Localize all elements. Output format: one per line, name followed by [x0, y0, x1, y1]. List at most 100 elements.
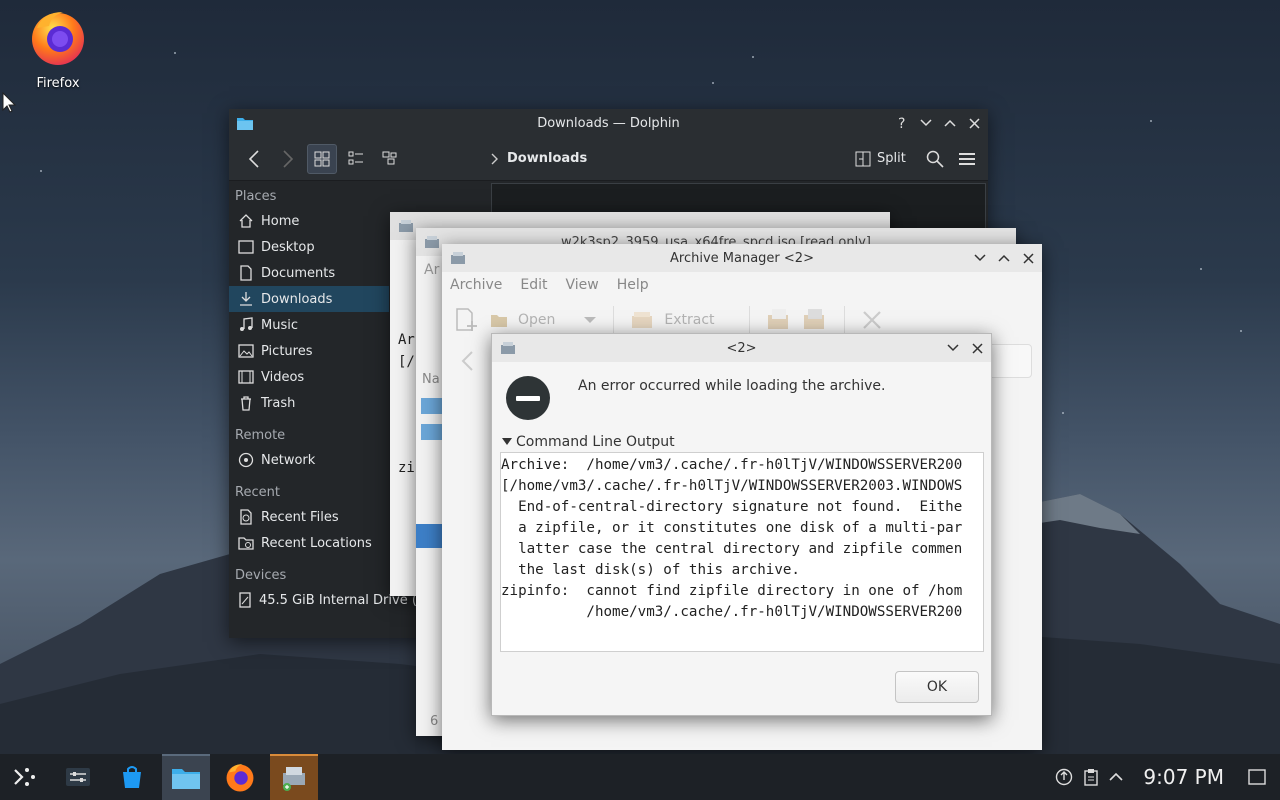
close-button[interactable] [964, 113, 984, 133]
show-desktop-icon[interactable] [1248, 769, 1266, 785]
desktop-icon-label: Firefox [36, 76, 80, 91]
maximize-button[interactable] [994, 248, 1014, 268]
task-discover[interactable] [108, 754, 156, 800]
extract-button[interactable]: Extract [664, 312, 714, 328]
sidebar-item-documents[interactable]: Documents [229, 260, 389, 286]
close-button[interactable] [967, 338, 987, 358]
window-title: Archive Manager <2> [670, 250, 814, 266]
maximize-button[interactable] [940, 113, 960, 133]
application-launcher-button[interactable] [0, 754, 48, 800]
picture-icon [237, 342, 255, 360]
error-dialog: <2> An error occurred while loading the … [491, 333, 992, 716]
menu-view[interactable]: View [566, 277, 599, 293]
sidebar-item-label: Trash [261, 395, 296, 411]
update-notifier-icon[interactable] [1055, 768, 1073, 786]
add-folder-icon[interactable] [802, 307, 828, 333]
sidebar-item-downloads[interactable]: Downloads [229, 286, 389, 312]
split-button[interactable]: Split [855, 151, 906, 167]
minimize-button[interactable] [916, 113, 936, 133]
task-archive-manager[interactable] [270, 754, 318, 800]
sidebar-item-recent-locations[interactable]: Recent Locations [229, 530, 389, 556]
document-icon [237, 264, 255, 282]
sidebar-item-label: Desktop [261, 239, 315, 255]
desktop-icon-firefox[interactable]: Firefox [22, 8, 94, 91]
clock[interactable]: 9:07 PM [1143, 765, 1224, 789]
places-header: Places [235, 189, 277, 204]
clipboard-icon[interactable] [1083, 768, 1099, 786]
folder-icon [421, 398, 443, 414]
sidebar-item-trash[interactable]: Trash [229, 390, 389, 416]
menu-edit[interactable]: Edit [520, 277, 547, 293]
archive-manager-icon [498, 338, 518, 358]
sidebar-item-videos[interactable]: Videos [229, 364, 389, 390]
sidebar-item-label: Documents [261, 265, 336, 281]
sidebar-item-music[interactable]: Music [229, 312, 389, 338]
back-button[interactable] [239, 144, 269, 174]
menu-help[interactable]: Help [617, 277, 649, 293]
help-button[interactable]: ? [892, 113, 912, 133]
status-fragment: 6 [430, 714, 439, 729]
minimize-button[interactable] [970, 248, 990, 268]
breadcrumb-current[interactable]: Downloads [507, 151, 587, 166]
folder-icon [172, 769, 200, 789]
archive-titlebar[interactable]: Archive Manager <2> [442, 244, 1042, 272]
sidebar-item-recent-files[interactable]: Recent Files [229, 504, 389, 530]
back-arrow-icon[interactable] [460, 350, 474, 372]
system-tray: 9:07 PM [1055, 765, 1280, 789]
hamburger-menu-icon[interactable] [958, 151, 976, 167]
search-icon[interactable] [926, 150, 944, 168]
desktop-icon [237, 238, 255, 256]
split-label: Split [877, 151, 906, 166]
firefox-icon [226, 764, 254, 792]
forward-button[interactable] [273, 144, 303, 174]
sidebar-item-network[interactable]: Network [229, 447, 389, 473]
settings-sliders-icon [66, 768, 90, 786]
delete-icon[interactable] [861, 309, 883, 331]
sidebar-item-home[interactable]: Home [229, 208, 389, 234]
compact-view-button[interactable] [341, 144, 371, 174]
add-files-icon[interactable] [766, 307, 792, 333]
icons-view-button[interactable] [307, 143, 337, 174]
output-line: /home/vm3/.cache/.fr-h0lTjV/WINDOWSSERVE… [501, 604, 963, 620]
sidebar-item-internal-drive[interactable]: 45.5 GiB Internal Drive (v [229, 587, 425, 613]
recent-locations-icon [237, 534, 255, 552]
dolphin-toolbar: Downloads Split [229, 137, 988, 181]
new-archive-icon[interactable] [454, 307, 480, 333]
sidebar-item-pictures[interactable]: Pictures [229, 338, 389, 364]
details-view-button[interactable] [375, 144, 405, 174]
dropdown-arrow-icon[interactable] [583, 315, 597, 325]
open-button[interactable]: Open [518, 312, 555, 328]
chevron-up-icon[interactable] [1109, 772, 1123, 782]
breadcrumb[interactable]: Downloads [491, 151, 587, 166]
sidebar-item-desktop[interactable]: Desktop [229, 234, 389, 260]
taskbar: 9:07 PM [0, 754, 1280, 800]
command-line-output-expander[interactable]: Command Line Output [502, 434, 991, 450]
task-system-settings[interactable] [54, 754, 102, 800]
recent-header: Recent [235, 485, 280, 500]
expander-arrow-icon [502, 438, 512, 445]
folder-icon [421, 424, 443, 440]
home-icon [237, 212, 255, 230]
ok-button[interactable]: OK [895, 671, 979, 703]
task-dolphin[interactable] [162, 754, 210, 800]
output-line: the last disk(s) of this archive. [501, 562, 800, 578]
extract-icon [632, 312, 653, 328]
task-firefox[interactable] [216, 754, 264, 800]
close-button[interactable] [1018, 248, 1038, 268]
dolphin-titlebar[interactable]: Downloads — Dolphin ? [229, 109, 988, 137]
chevron-right-icon [491, 153, 498, 164]
command-output-textview[interactable]: Archive: /home/vm3/.cache/.fr-h0lTjV/WIN… [500, 452, 984, 652]
menu-archive[interactable]: Archive [450, 277, 502, 293]
dialog-titlebar[interactable]: <2> [492, 334, 991, 362]
archive-manager-icon [396, 216, 416, 236]
remote-header: Remote [235, 428, 286, 443]
minimize-button[interactable] [943, 338, 963, 358]
column-header-fragment: Na [422, 372, 440, 387]
output-line: [/home/vm3/.cache/.fr-h0lTjV/WINDOWSSERV… [501, 478, 963, 494]
sidebar-item-label: Home [261, 213, 300, 229]
launcher-icon [14, 768, 35, 786]
network-icon [237, 451, 255, 469]
download-icon [237, 290, 255, 308]
split-icon [855, 151, 871, 166]
places-panel: Places Home Desktop Documents Downloads … [229, 181, 425, 638]
